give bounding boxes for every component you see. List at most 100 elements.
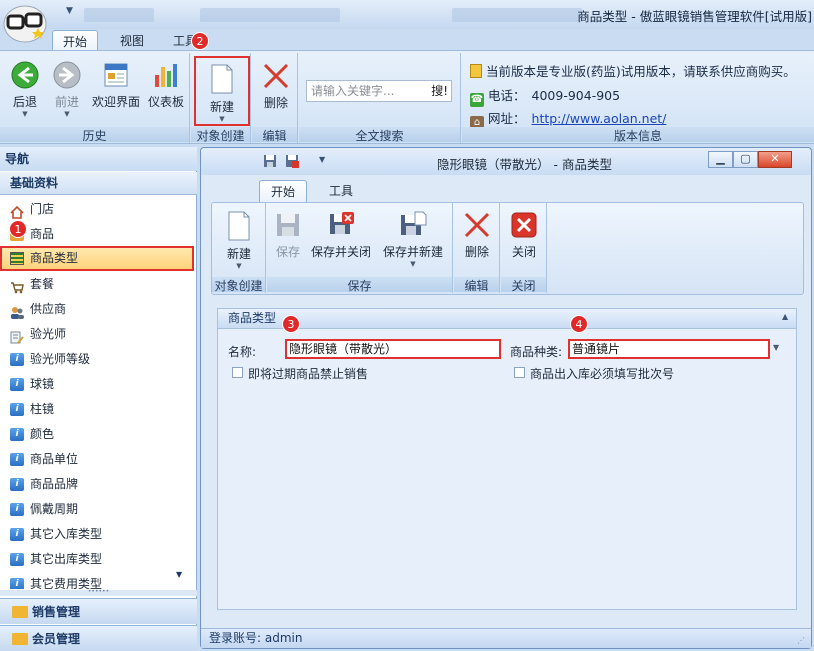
phone-icon: ☎: [470, 93, 484, 107]
child-quick-access-dropdown-icon[interactable]: ▼: [319, 155, 325, 164]
close-window-button[interactable]: ✕: [758, 151, 792, 168]
nav-item-store[interactable]: 门店: [0, 197, 194, 222]
resize-grip-icon[interactable]: ⋰: [797, 636, 805, 645]
welcome-page-icon: [104, 63, 128, 87]
batch-required-label: 商品出入库必须填写批次号: [530, 367, 675, 381]
save-new-dropdown-icon[interactable]: ▼: [377, 260, 449, 268]
child-new-dropdown-icon[interactable]: ▼: [216, 262, 262, 270]
create-group: 新建 ▼ 对象创建: [191, 53, 251, 143]
nav-item-package[interactable]: 套餐: [0, 272, 194, 297]
nav-group-sales[interactable]: 销售管理: [0, 598, 197, 624]
new-label: 新建: [209, 100, 234, 114]
history-group: 后退 ▼ 前进 ▼ 欢迎界面 仪表板 历史: [0, 53, 190, 143]
version-info-group: 当前版本是专业版(药监)试用版本，请联系供应商购买。 ☎ 电话： 4009-904-…: [462, 53, 814, 143]
delete-x-icon: [263, 63, 289, 89]
new-document-icon: [228, 211, 250, 241]
navigation-pane: 导航 基础资料 门店 商品 商品类型 套餐 供应商 验光师 i 验光师等级 i 球镜…: [0, 147, 197, 651]
info-icon: i: [10, 553, 24, 566]
product-type-icon: [10, 252, 24, 265]
nav-item-other-inbound[interactable]: i 其它入库类型: [0, 522, 194, 547]
nav-item-product-type[interactable]: 商品类型: [0, 246, 194, 271]
new-document-icon: [211, 64, 233, 94]
nav-item-optometrist-level[interactable]: i 验光师等级: [0, 347, 194, 372]
info-icon: i: [10, 403, 24, 416]
disk-close-icon: [330, 212, 354, 234]
version-group-label: 版本信息: [462, 127, 814, 143]
disk-icon: [277, 214, 299, 236]
website-link[interactable]: http://www.aolan.net/: [532, 111, 667, 126]
save-button[interactable]: 保存: [271, 211, 305, 260]
scroll-down-icon[interactable]: ▼: [176, 570, 182, 579]
child-save-group-label: 保存: [267, 277, 452, 293]
house-icon: [10, 203, 24, 219]
nav-group-members[interactable]: 会员管理: [0, 625, 197, 651]
forward-dropdown-icon[interactable]: ▼: [46, 110, 88, 118]
search-go-button[interactable]: 搜!: [431, 81, 448, 101]
splitter-grip[interactable]: ••••••: [0, 589, 197, 596]
quick-access-dropdown-icon[interactable]: ▼: [66, 6, 73, 16]
info-icon: i: [10, 353, 24, 366]
expire-block-checkbox[interactable]: [232, 367, 243, 378]
new-dropdown-icon[interactable]: ▼: [196, 115, 248, 123]
nav-item-supplier[interactable]: 供应商: [0, 297, 194, 322]
step-badge-3: 3: [282, 315, 300, 333]
child-delete-button[interactable]: 删除: [457, 211, 497, 260]
save-new-button[interactable]: 保存并新建 ▼: [377, 211, 449, 268]
nav-item-product[interactable]: 商品: [0, 222, 194, 247]
nav-item-other-expense[interactable]: i 其它费用类型: [0, 572, 194, 589]
create-group-label: 对象创建: [191, 127, 250, 143]
name-input[interactable]: 隐形眼镜（带散光）: [285, 339, 501, 359]
save-close-button[interactable]: 保存并关闭: [307, 211, 375, 260]
batch-required-checkbox[interactable]: [514, 367, 525, 378]
child-tab-start[interactable]: 开始: [259, 180, 307, 203]
save-small-icon: [264, 155, 276, 167]
step-badge-2: 2: [191, 32, 209, 50]
product-type-panel: 商品类型 ▲ 名称: 隐形眼镜（带散光） 商品种类: 普通镜片 ▼ 即将过期商品…: [217, 308, 797, 610]
welcome-label: 欢迎界面: [91, 95, 140, 109]
nav-section-basic-data[interactable]: 基础资料: [0, 172, 197, 195]
child-tab-tools[interactable]: 工具: [319, 180, 363, 202]
nav-item-cylinder[interactable]: i 柱镜: [0, 397, 194, 422]
nav-item-optometrist[interactable]: 验光师: [0, 322, 194, 347]
child-close-group: 关闭 关闭: [501, 203, 547, 293]
nav-item-color[interactable]: i 颜色: [0, 422, 194, 447]
info-icon: i: [10, 478, 24, 491]
new-button[interactable]: 新建 ▼: [194, 56, 250, 126]
dashboard-button[interactable]: 仪表板: [144, 61, 188, 110]
blurred-tab: [452, 8, 582, 22]
info-icon: i: [10, 428, 24, 441]
child-close-label: 关闭: [511, 245, 536, 259]
back-button[interactable]: 后退 ▼: [4, 61, 46, 118]
nav-item-sphere[interactable]: i 球镜: [0, 372, 194, 397]
child-new-button[interactable]: 新建 ▼: [216, 211, 262, 270]
delete-x-icon: [464, 212, 490, 238]
tab-view[interactable]: 视图: [110, 30, 154, 52]
name-label: 名称:: [228, 345, 257, 359]
forward-button[interactable]: 前进 ▼: [46, 61, 88, 118]
optometrist-icon: [10, 328, 24, 344]
child-window-title: 隐形眼镜（带散光） - 商品类型: [437, 157, 612, 172]
nav-item-wear-cycle[interactable]: i 佩戴周期: [0, 497, 194, 522]
glasses-logo-icon: [3, 5, 47, 43]
search-input[interactable]: 请输入关键字... 搜!: [306, 80, 452, 102]
delete-button[interactable]: 删除: [256, 62, 296, 111]
minimize-button[interactable]: ▁: [708, 151, 733, 168]
nav-item-other-outbound[interactable]: i 其它出库类型: [0, 547, 194, 572]
info-icon: i: [10, 378, 24, 391]
back-dropdown-icon[interactable]: ▼: [4, 110, 46, 118]
kind-select[interactable]: 普通镜片: [568, 339, 770, 359]
nav-item-brand[interactable]: i 商品品牌: [0, 472, 194, 497]
maximize-button[interactable]: ▢: [733, 151, 758, 168]
kind-dropdown-icon[interactable]: ▼: [773, 343, 779, 352]
child-close-button[interactable]: 关闭: [504, 211, 544, 260]
nav-item-unit[interactable]: i 商品单位: [0, 447, 194, 472]
close-red-icon: [511, 212, 537, 238]
blurred-tab: [84, 8, 154, 22]
history-group-label: 历史: [0, 127, 189, 143]
welcome-button[interactable]: 欢迎界面: [88, 61, 144, 110]
child-delete-label: 删除: [464, 245, 489, 259]
collapse-panel-icon[interactable]: ▲: [782, 312, 788, 321]
app-menu-button[interactable]: [2, 2, 48, 44]
dashboard-label: 仪表板: [147, 95, 184, 109]
title-bar: ▼ 商品类型 - 傲蓝眼镜销售管理软件[试用版]: [0, 0, 814, 29]
